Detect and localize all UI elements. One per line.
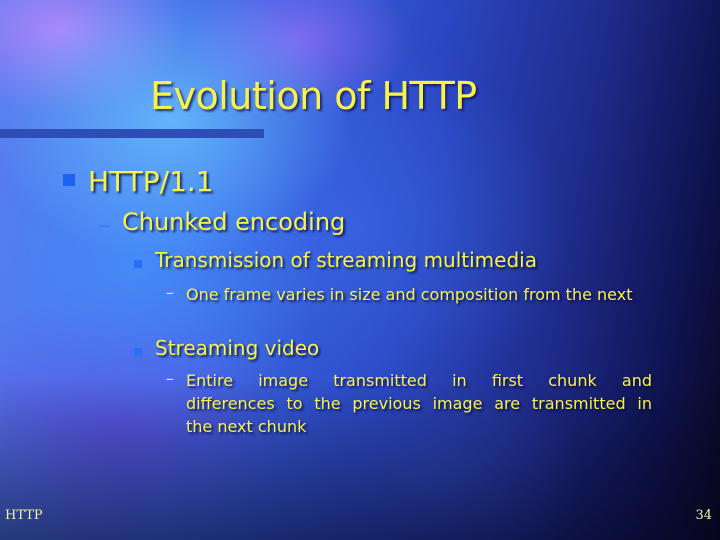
bullet-http-1-1: HTTP/1.1	[88, 165, 214, 198]
page-number: 34	[695, 508, 712, 523]
bullet-chunked-encoding: Chunked encoding	[122, 208, 346, 236]
dash-bullet-icon: –	[166, 369, 174, 388]
footer-label: HTTP	[5, 508, 43, 523]
dash-bullet-icon: –	[166, 283, 174, 302]
bullet-line: Entire image transmitted in first chunk …	[186, 371, 652, 390]
slide: Evolution of HTTP HTTP/1.1 – Chunked enc…	[0, 0, 720, 540]
slide-title: Evolution of HTTP	[150, 74, 477, 118]
title-underline-bar	[0, 129, 264, 138]
bullet-line: differences to the previous image are tr…	[186, 394, 652, 413]
dash-bullet-icon: –	[98, 210, 111, 240]
bullet-entire-image: Entire image transmitted in first chunk …	[186, 369, 652, 438]
bullet-streaming-multimedia: Transmission of streaming multimedia	[155, 248, 537, 272]
square-bullet-icon	[63, 174, 75, 186]
bullet-line: the next chunk	[186, 417, 307, 436]
bullet-streaming-video: Streaming video	[155, 336, 320, 360]
bullet-frame-varies: One frame varies in size and composition…	[186, 285, 633, 304]
square-bullet-icon	[134, 260, 142, 268]
square-bullet-icon	[134, 348, 142, 356]
